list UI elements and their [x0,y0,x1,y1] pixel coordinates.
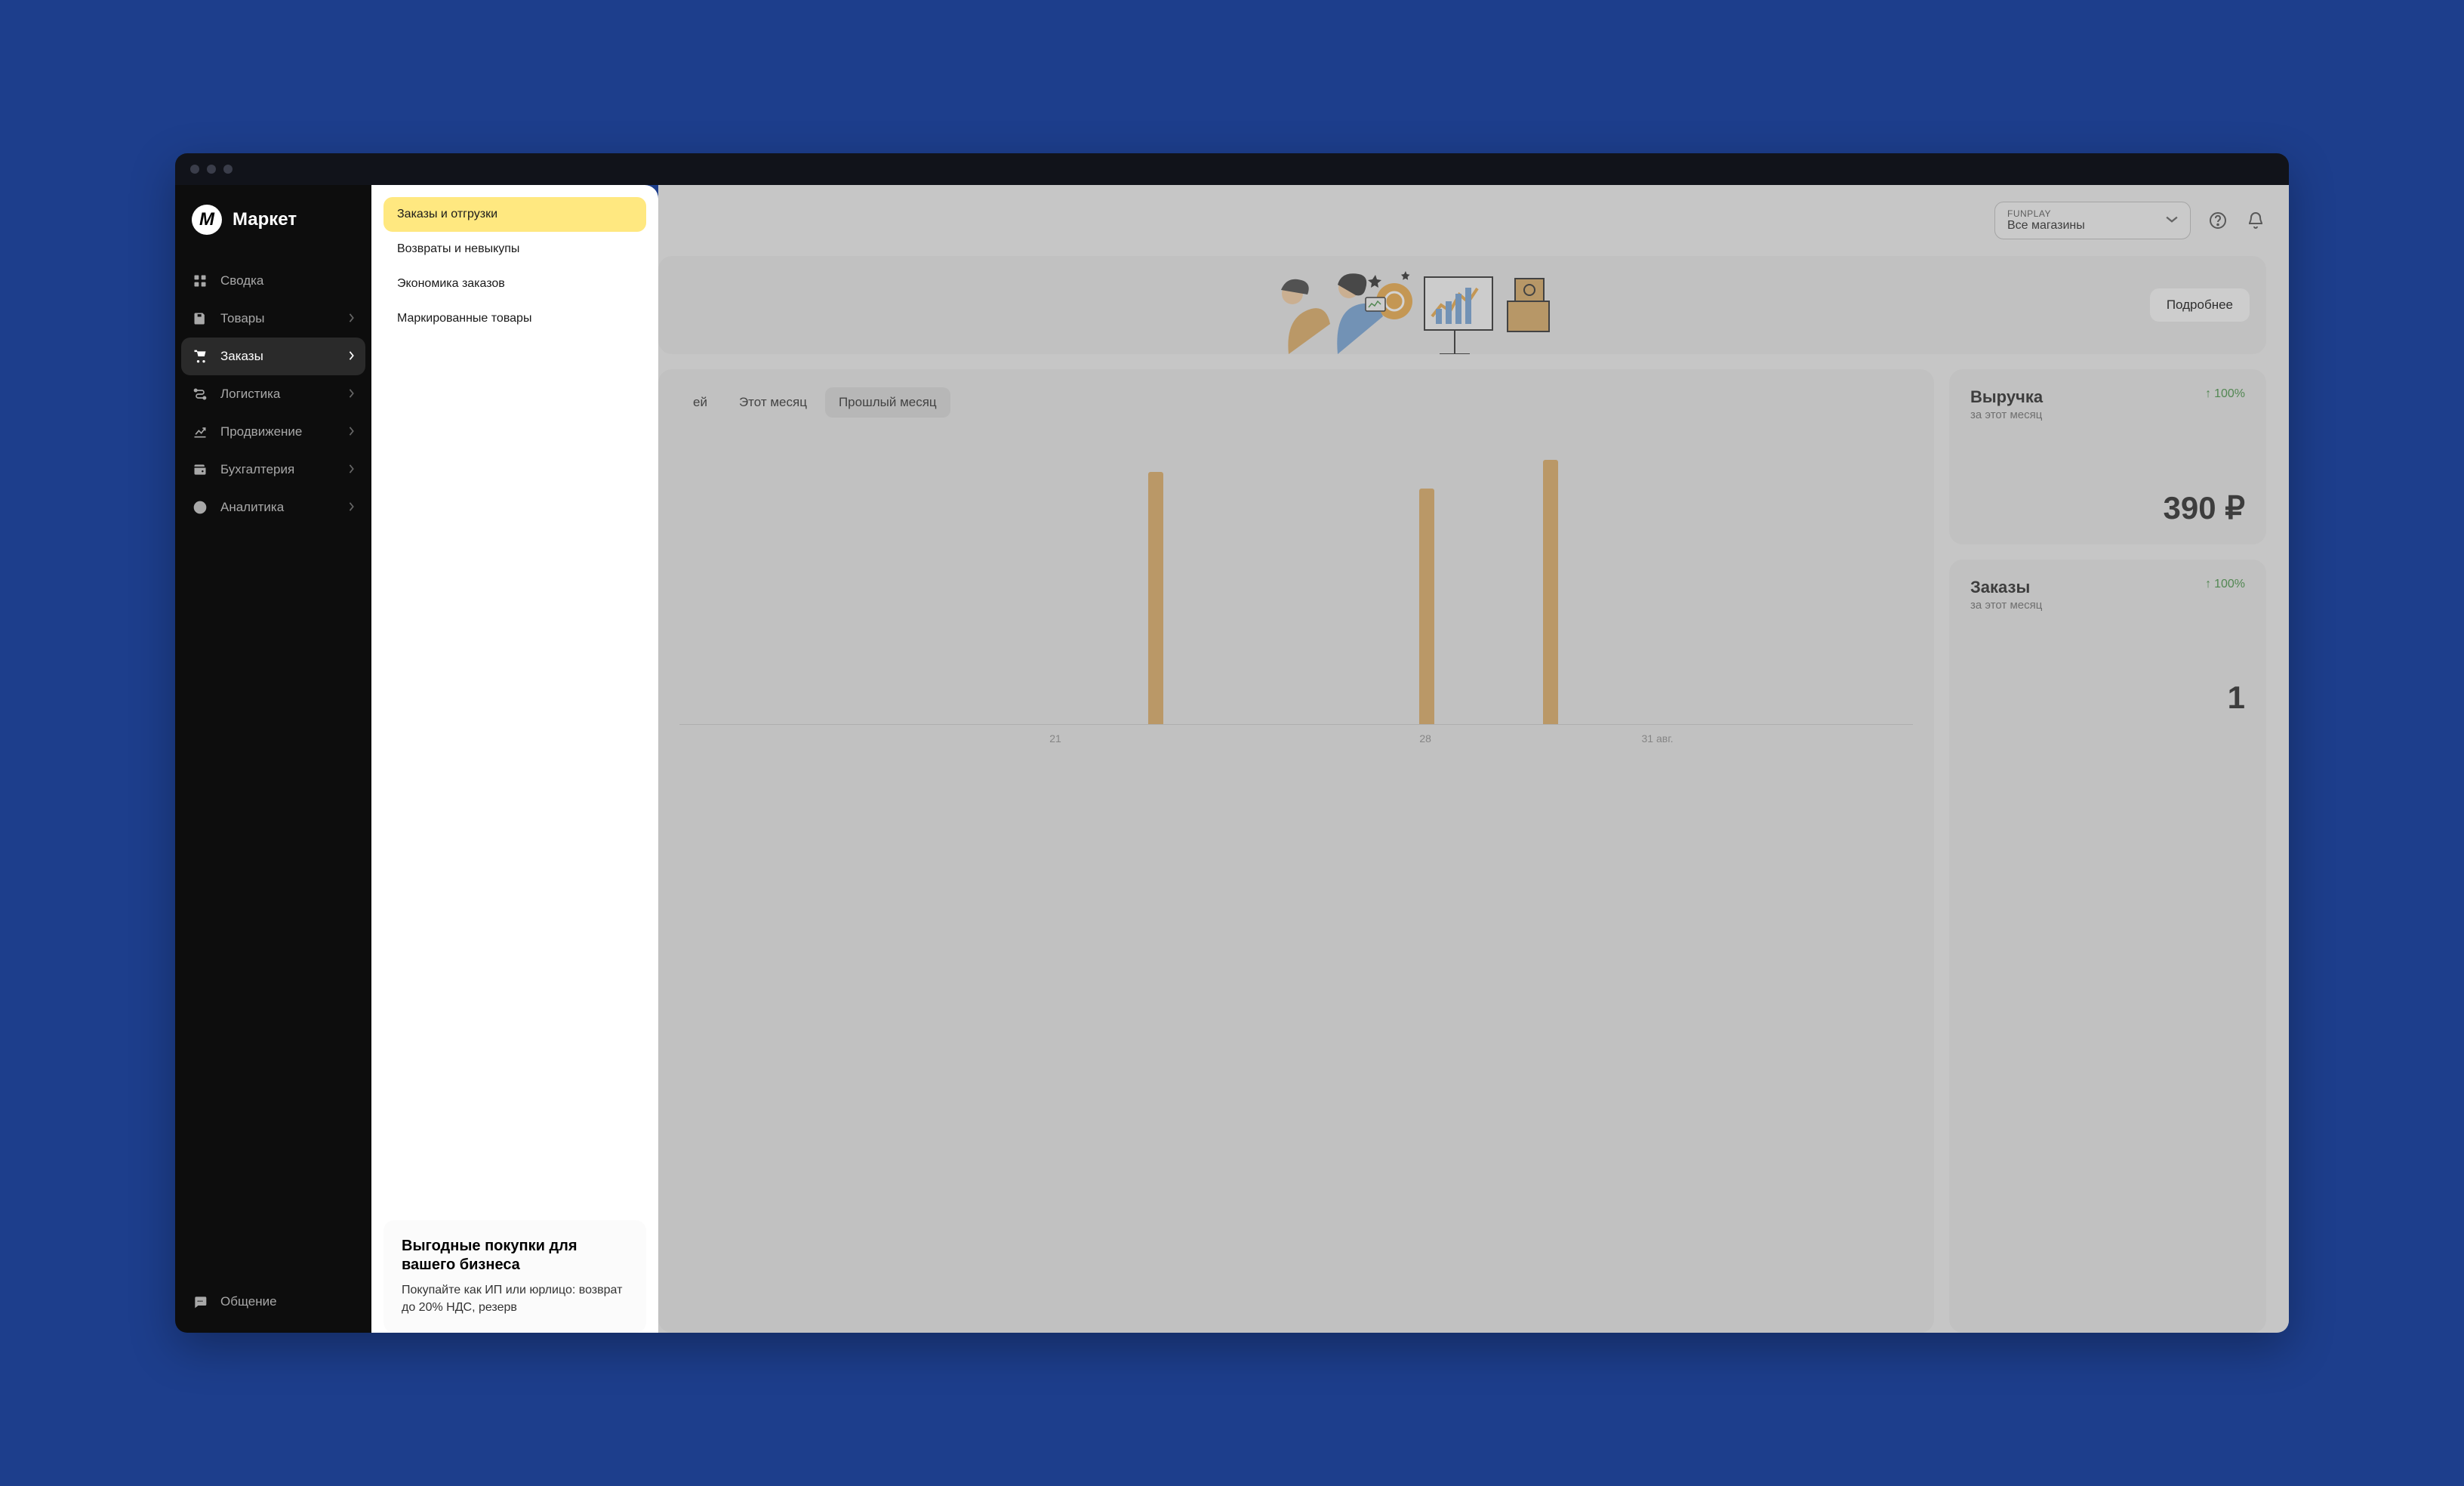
window-close-dot[interactable] [190,165,199,174]
revenue-card[interactable]: Выручка за этот месяц ↑ 100% 390 ₽ [1949,369,2266,544]
axis-label: 21 [1049,732,1061,745]
sidebar-item-label: Сводка [220,273,355,288]
logo-icon: M [192,205,222,235]
banner: Подробнее [658,256,2266,354]
submenu-item-economics[interactable]: Экономика заказов [383,267,646,301]
dashboard-icon [192,273,208,289]
cart-icon [192,348,208,365]
sidebar-item-label: Логистика [220,387,337,402]
sidebar: M Маркет Сводка Товары Заказы [175,185,371,1333]
topbar: FUNPLAY Все магазины [658,185,2289,256]
main: FUNPLAY Все магазины [658,185,2289,1333]
chat-icon [192,1293,208,1310]
tab-this-month[interactable]: Этот месяц [725,387,821,418]
shop-value: Все магазины [2007,219,2085,233]
trend-icon [192,424,208,440]
sidebar-item-svodka[interactable]: Сводка [175,262,371,300]
sidebar-item-prodvizhenie[interactable]: Продвижение [175,413,371,451]
revenue-delta: ↑ 100% [2205,387,2245,401]
sidebar-item-label: Аналитика [220,500,337,515]
chart-bar [1543,460,1558,724]
chevron-down-icon [2166,214,2178,227]
chevron-right-icon [349,349,355,364]
submenu: Заказы и отгрузки Возвраты и невыкупы Эк… [371,185,658,1333]
card-title: Выручка [1970,387,2043,407]
nav: Сводка Товары Заказы Логистика [175,259,371,1271]
logo[interactable]: M Маркет [175,185,371,259]
promo-title: Выгодные покупки для вашего бизнеса [402,1237,628,1275]
chevron-right-icon [349,500,355,515]
logo-text: Маркет [233,209,297,230]
submenu-item-orders-shipments[interactable]: Заказы и отгрузки [383,197,646,232]
banner-illustration [658,256,2100,354]
submenu-item-returns[interactable]: Возвраты и невыкупы [383,232,646,267]
bell-button[interactable] [2245,210,2266,231]
window-max-dot[interactable] [223,165,233,174]
period-tabs: ей Этот месяц Прошлый месяц [679,387,1913,418]
sidebar-item-label: Товары [220,311,337,326]
chart-bar [1148,472,1163,724]
axis-label: 28 [1419,732,1431,745]
chart-bar [1419,489,1434,724]
promo-text: Покупайте как ИП или юрлицо: возврат до … [402,1282,628,1316]
arrow-up-icon: ↑ [2205,387,2211,401]
axis-label: 31 авг. [1642,732,1674,745]
shop-select[interactable]: FUNPLAY Все магазины [1994,202,2191,239]
orders-delta: ↑ 100% [2205,578,2245,591]
sidebar-item-obshenie[interactable]: Общение [175,1283,371,1321]
orders-value: 1 [1970,680,2245,716]
promo-card[interactable]: Выгодные покупки для вашего бизнеса Поку… [383,1220,646,1333]
card-subtitle: за этот месяц [1970,408,2043,421]
sidebar-item-label: Продвижение [220,424,337,439]
bar-chart: 21 28 31 авг. [679,437,1913,754]
chevron-right-icon [349,424,355,439]
sidebar-item-label: Общение [220,1294,355,1309]
sidebar-item-tovary[interactable]: Товары [175,300,371,338]
window-min-dot[interactable] [207,165,216,174]
tab-last-month[interactable]: Прошлый месяц [825,387,950,418]
help-button[interactable] [2207,210,2228,231]
sidebar-item-label: Бухгалтерия [220,462,337,477]
orders-card[interactable]: Заказы за этот месяц ↑ 100% 1 [1949,560,2266,1333]
arrow-up-icon: ↑ [2205,578,2211,591]
pie-icon [192,499,208,516]
sidebar-item-analitika[interactable]: Аналитика [175,489,371,526]
sidebar-item-buhgalteriya[interactable]: Бухгалтерия [175,451,371,489]
wallet-icon [192,461,208,478]
card-subtitle: за этот месяц [1970,599,2042,612]
chevron-right-icon [349,387,355,402]
chart-card: ей Этот месяц Прошлый месяц 21 28 31 авг. [658,369,1934,1333]
submenu-item-marked[interactable]: Маркированные товары [383,301,646,336]
tab-fragment[interactable]: ей [679,387,721,418]
chevron-right-icon [349,462,355,477]
sidebar-item-zakazy[interactable]: Заказы [181,338,365,375]
banner-details-button[interactable]: Подробнее [2150,288,2250,322]
window-titlebar [175,153,2289,185]
route-icon [192,386,208,402]
floppy-icon [192,310,208,327]
shop-label: FUNPLAY [2007,208,2085,219]
sidebar-item-label: Заказы [220,349,337,364]
card-title: Заказы [1970,578,2042,597]
sidebar-item-logistika[interactable]: Логистика [175,375,371,413]
revenue-value: 390 ₽ [1970,489,2245,526]
chevron-right-icon [349,311,355,326]
